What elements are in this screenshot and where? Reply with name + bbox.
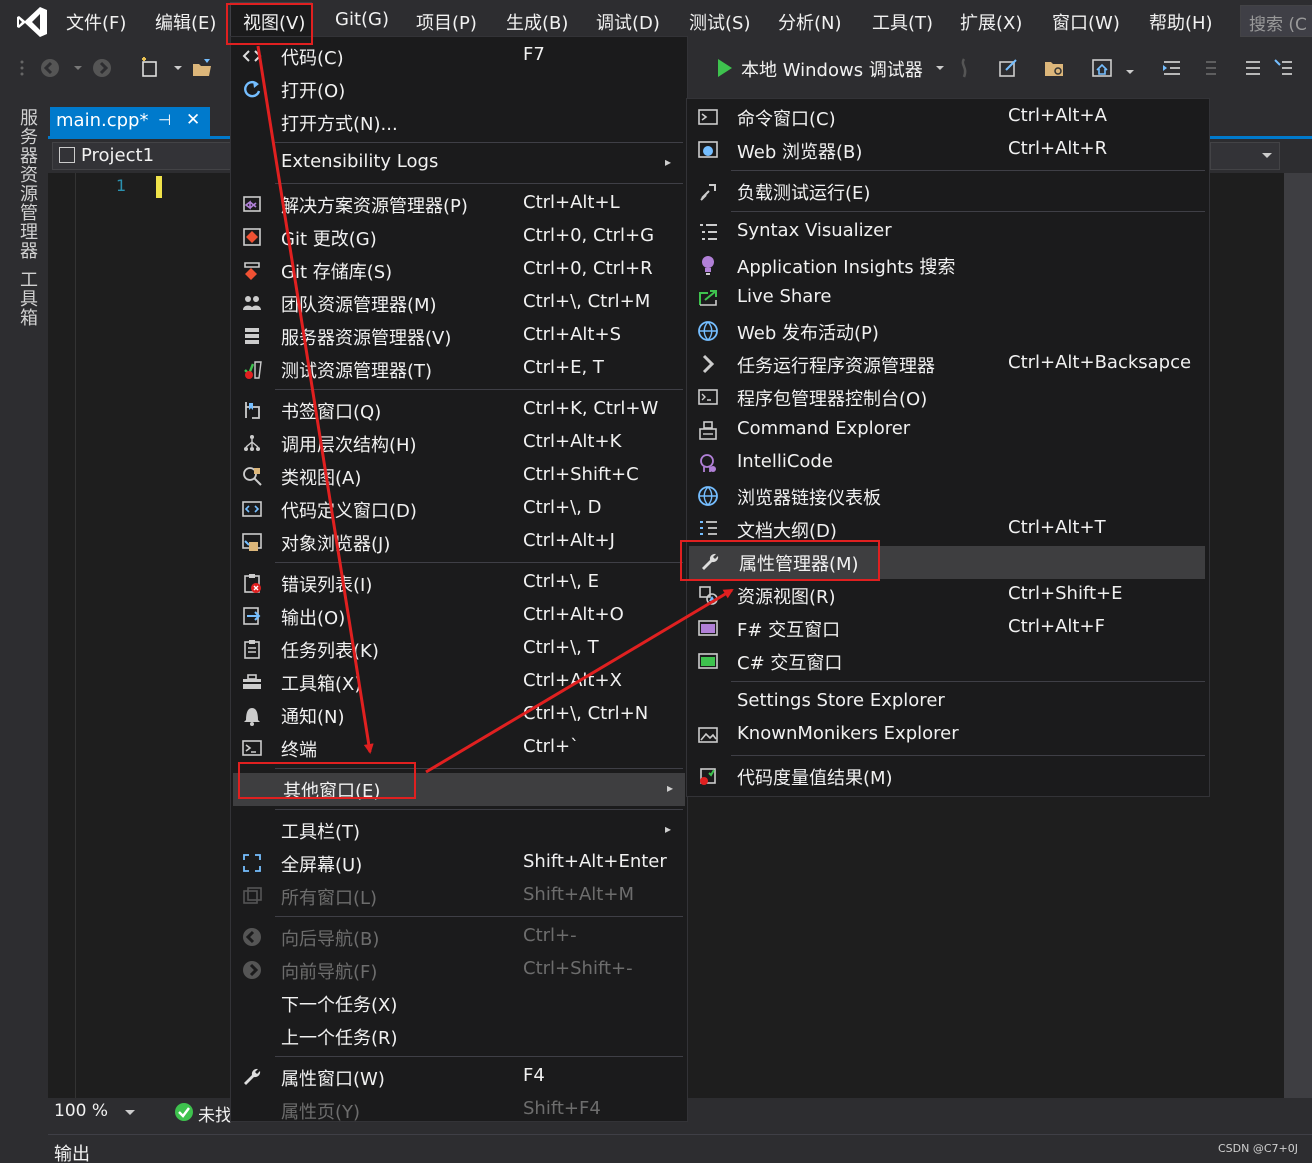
annotation-arrow-down [256, 45, 374, 754]
annotation-arrows [256, 45, 734, 774]
annotation-arrow-right [425, 588, 734, 774]
